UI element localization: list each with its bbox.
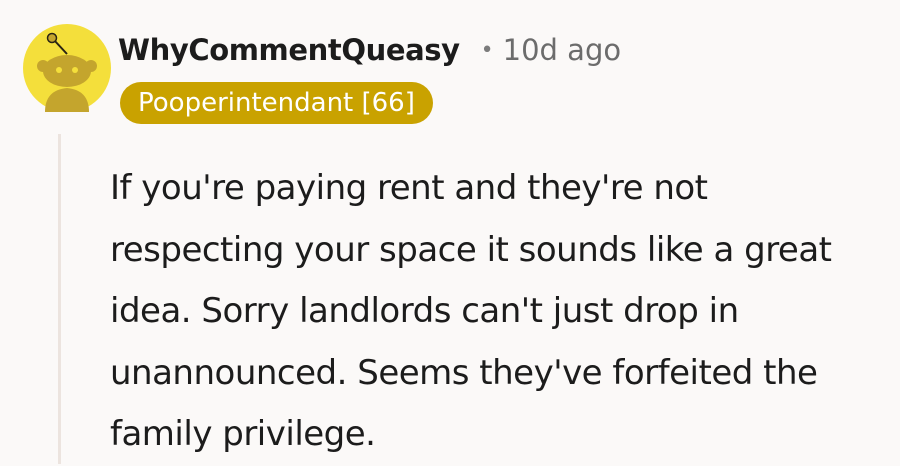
snoo-avatar-icon <box>23 24 111 112</box>
meta-separator: • <box>480 37 494 63</box>
thread-line[interactable] <box>58 134 61 464</box>
username-link[interactable]: WhyCommentQueasy <box>118 33 460 67</box>
user-flair-badge: Pooperintendant [66] <box>120 82 433 124</box>
user-avatar[interactable] <box>23 24 111 112</box>
comment-body: If you're paying rent and they're not re… <box>110 168 832 454</box>
comment-timestamp[interactable]: 10d ago <box>503 33 621 67</box>
comment-header: WhyCommentQueasy • 10d ago <box>118 28 621 72</box>
